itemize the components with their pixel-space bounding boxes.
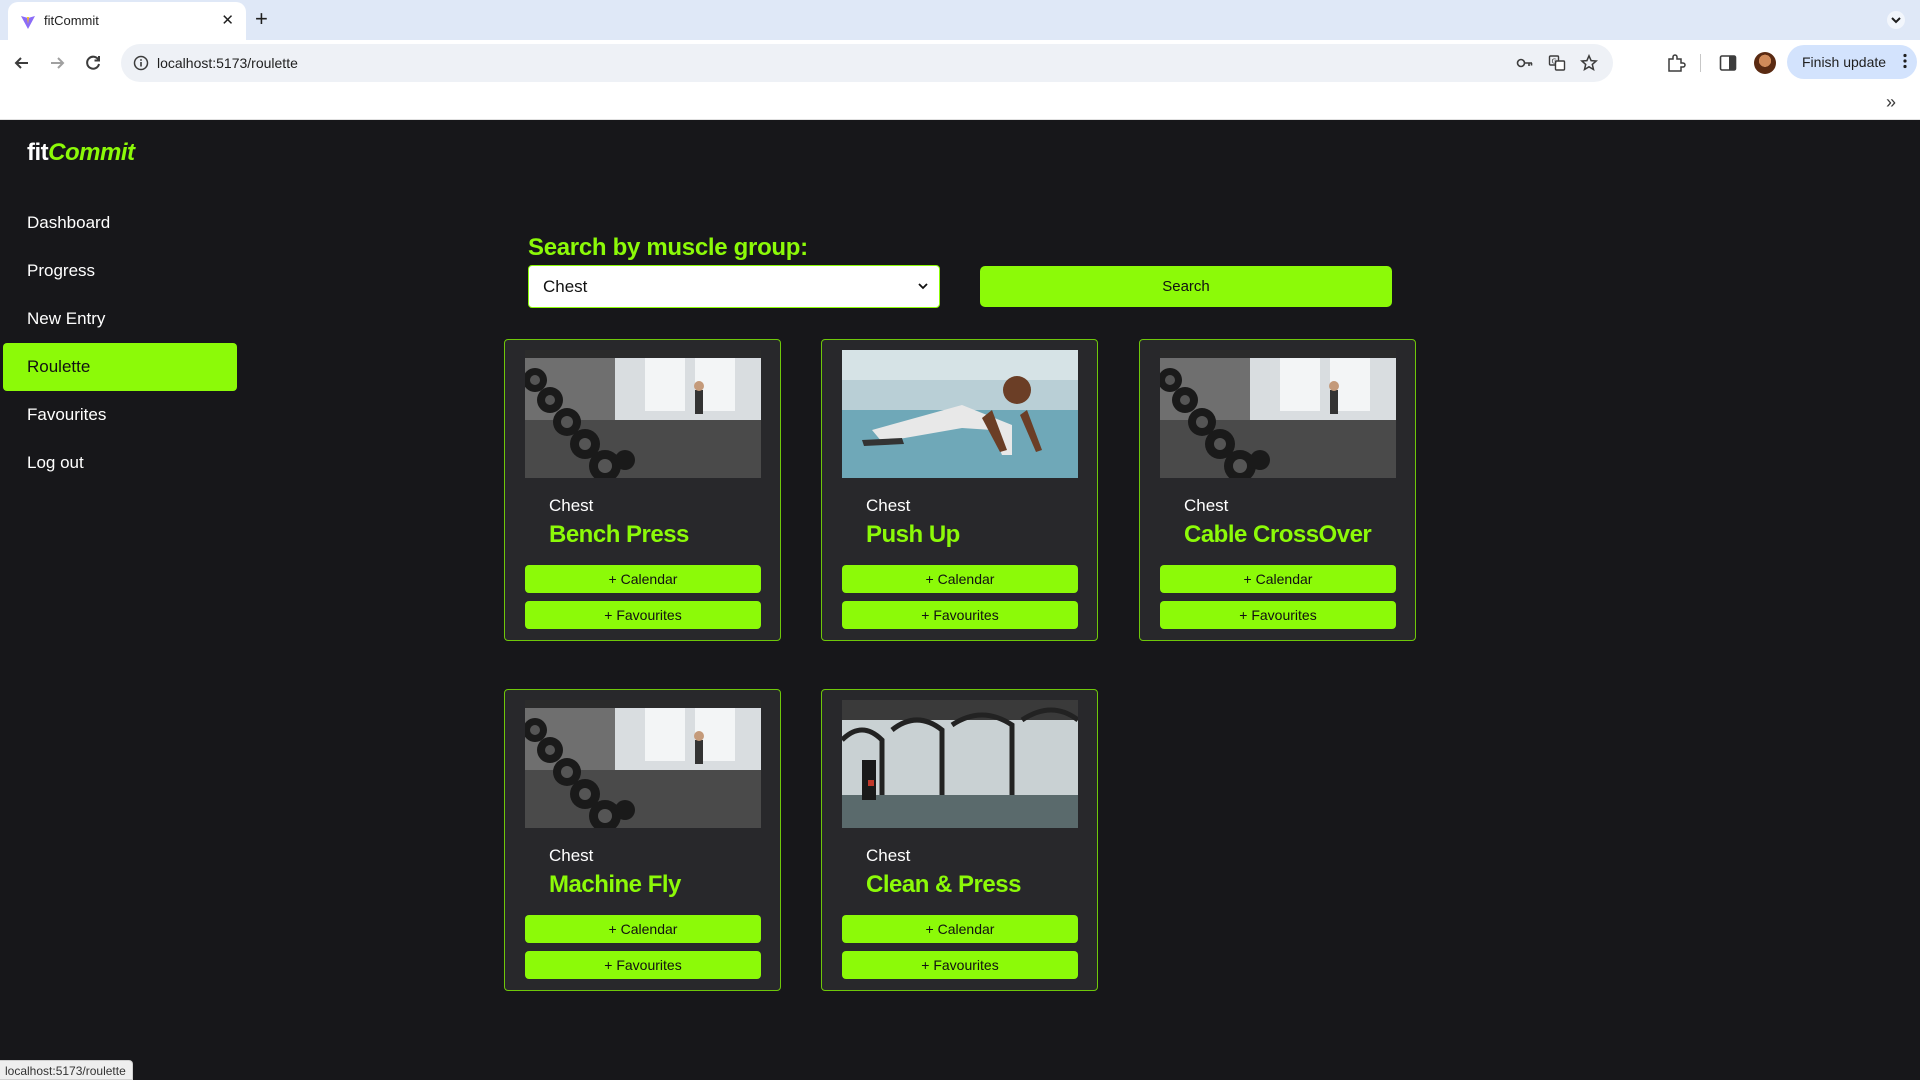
forward-icon[interactable]	[46, 52, 68, 74]
sidebar-item-label: New Entry	[27, 309, 106, 328]
site-info-icon[interactable]	[133, 55, 149, 71]
sidebar-item-label: Dashboard	[27, 213, 111, 232]
gym-dumbbells-photo	[525, 350, 761, 478]
kebab-menu-icon[interactable]	[1903, 53, 1907, 69]
logo-prefix: fit	[27, 139, 49, 166]
chevron-down-icon	[918, 283, 928, 290]
browser-tab-bar: fitCommit ✕ +	[0, 0, 1920, 40]
sidebar-item-label: Roulette	[27, 357, 91, 376]
link-status-bar: localhost:5173/roulette	[0, 1060, 133, 1080]
exercise-card: Chest Clean & Press + Calendar + Favouri…	[821, 689, 1098, 991]
sidebar-item-new-entry[interactable]: New Entry	[3, 295, 237, 343]
sidebar-item-label: Progress	[27, 261, 96, 280]
sidebar-item-roulette[interactable]: Roulette	[3, 343, 237, 391]
browser-toolbar: localhost:5173/roulette G Finish update	[0, 40, 1920, 86]
tab-title: fitCommit	[44, 13, 99, 28]
exercise-card: Chest Push Up + Calendar + Favourites	[821, 339, 1098, 641]
card-category: Chest	[549, 496, 594, 515]
vite-favicon	[21, 16, 35, 29]
card-title: Machine Fly	[549, 871, 681, 898]
sidebar-item-favourites[interactable]: Favourites	[3, 391, 237, 439]
bookmarks-overflow-icon[interactable]: »	[1886, 92, 1896, 113]
add-to-calendar-button[interactable]: + Calendar	[1160, 565, 1396, 593]
close-icon[interactable]: ✕	[221, 11, 234, 29]
reload-icon[interactable]	[82, 52, 104, 74]
card-title: Cable CrossOver	[1184, 521, 1372, 548]
treadmills-photo	[842, 700, 1078, 828]
add-to-favourites-button[interactable]: + Favourites	[842, 601, 1078, 629]
gym-dumbbells-photo	[1160, 350, 1396, 478]
add-to-calendar-button[interactable]: + Calendar	[525, 565, 761, 593]
exercise-card: Chest Machine Fly + Calendar + Favourite…	[504, 689, 781, 991]
logo-suffix: Commit	[48, 139, 135, 166]
card-category: Chest	[549, 846, 594, 865]
add-to-favourites-button[interactable]: + Favourites	[1160, 601, 1396, 629]
svg-text:G: G	[1552, 58, 1557, 66]
profile-avatar[interactable]	[1754, 52, 1776, 74]
url-text: localhost:5173/roulette	[157, 55, 298, 71]
select-value: Chest	[543, 277, 588, 296]
add-to-calendar-button[interactable]: + Calendar	[842, 565, 1078, 593]
muscle-group-select[interactable]: Chest	[528, 265, 940, 308]
add-to-favourites-button[interactable]: + Favourites	[842, 951, 1078, 979]
search-heading: Search by muscle group:	[528, 234, 808, 261]
star-icon[interactable]	[1580, 54, 1598, 72]
card-category: Chest	[866, 496, 911, 515]
toolbar-divider	[1700, 54, 1701, 72]
app-logo[interactable]: fitCommit	[27, 139, 135, 167]
extensions-icon[interactable]	[1666, 53, 1686, 73]
finish-update-button[interactable]: Finish update	[1787, 45, 1917, 79]
sidebar-item-log-out[interactable]: Log out	[3, 439, 237, 487]
search-button[interactable]: Search	[980, 266, 1392, 307]
side-panel-icon[interactable]	[1718, 53, 1738, 73]
translate-icon[interactable]: G	[1548, 54, 1566, 72]
sidebar-item-label: Favourites	[27, 405, 107, 424]
card-category: Chest	[866, 846, 911, 865]
exercise-card: Chest Bench Press + Calendar + Favourite…	[504, 339, 781, 641]
card-title: Push Up	[866, 521, 960, 548]
sidebar-item-label: Log out	[27, 453, 84, 472]
man-push-up-photo	[842, 350, 1078, 478]
bookmarks-bar: »	[0, 86, 1920, 120]
add-to-calendar-button[interactable]: + Calendar	[842, 915, 1078, 943]
finish-update-label: Finish update	[1802, 54, 1887, 70]
back-icon[interactable]	[11, 52, 33, 74]
add-to-favourites-button[interactable]: + Favourites	[525, 601, 761, 629]
browser-tab[interactable]: fitCommit ✕	[8, 2, 246, 40]
address-bar[interactable]: localhost:5173/roulette G	[121, 44, 1613, 82]
sidebar-item-dashboard[interactable]: Dashboard	[3, 199, 237, 247]
card-title: Clean & Press	[866, 871, 1021, 898]
card-title: Bench Press	[549, 521, 689, 548]
password-key-icon[interactable]	[1516, 54, 1534, 72]
sidebar-item-progress[interactable]: Progress	[3, 247, 237, 295]
card-category: Chest	[1184, 496, 1229, 515]
app-root: fitCommit Dashboard Progress New Entry R…	[0, 121, 1920, 1080]
new-tab-icon[interactable]: +	[255, 6, 268, 32]
add-to-calendar-button[interactable]: + Calendar	[525, 915, 761, 943]
tab-search-icon[interactable]	[1886, 10, 1906, 30]
add-to-favourites-button[interactable]: + Favourites	[525, 951, 761, 979]
exercise-card: Chest Cable CrossOver + Calendar + Favou…	[1139, 339, 1416, 641]
gym-dumbbells-photo	[525, 700, 761, 828]
